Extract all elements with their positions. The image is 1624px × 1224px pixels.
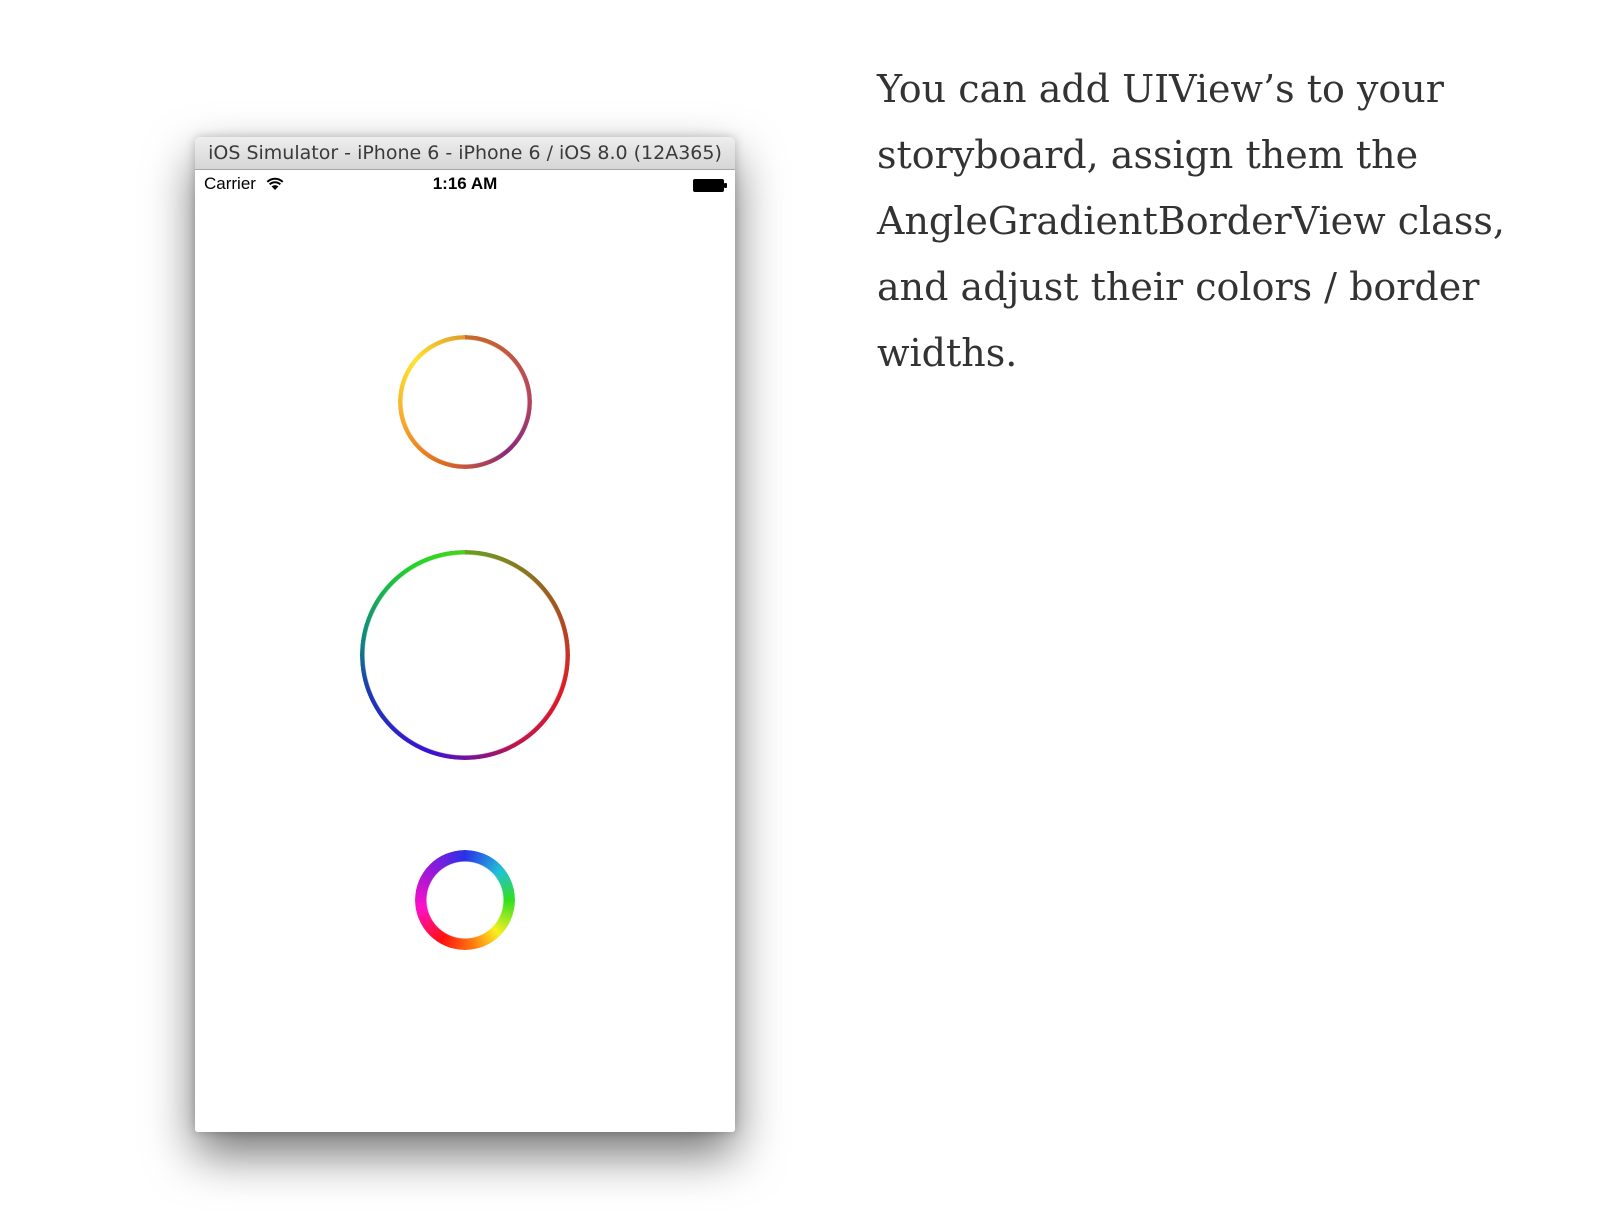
simulator-title[interactable]: iOS Simulator - iPhone 6 - iPhone 6 / iO… xyxy=(195,137,735,170)
thick-rainbow-ring xyxy=(415,850,515,950)
article-paragraph: You can add UIView’s to your storyboard,… xyxy=(877,67,1505,375)
status-bar: Carrier 1:16 AM xyxy=(195,170,735,200)
large-spectrum-ring xyxy=(360,550,570,760)
iphone-screen: Carrier 1:16 AM xyxy=(195,170,735,1132)
battery-icon xyxy=(693,179,727,192)
ios-simulator-window: iOS Simulator - iPhone 6 - iPhone 6 / iO… xyxy=(195,137,735,1132)
small-warm-ring xyxy=(398,335,532,469)
status-time: 1:16 AM xyxy=(432,174,498,193)
